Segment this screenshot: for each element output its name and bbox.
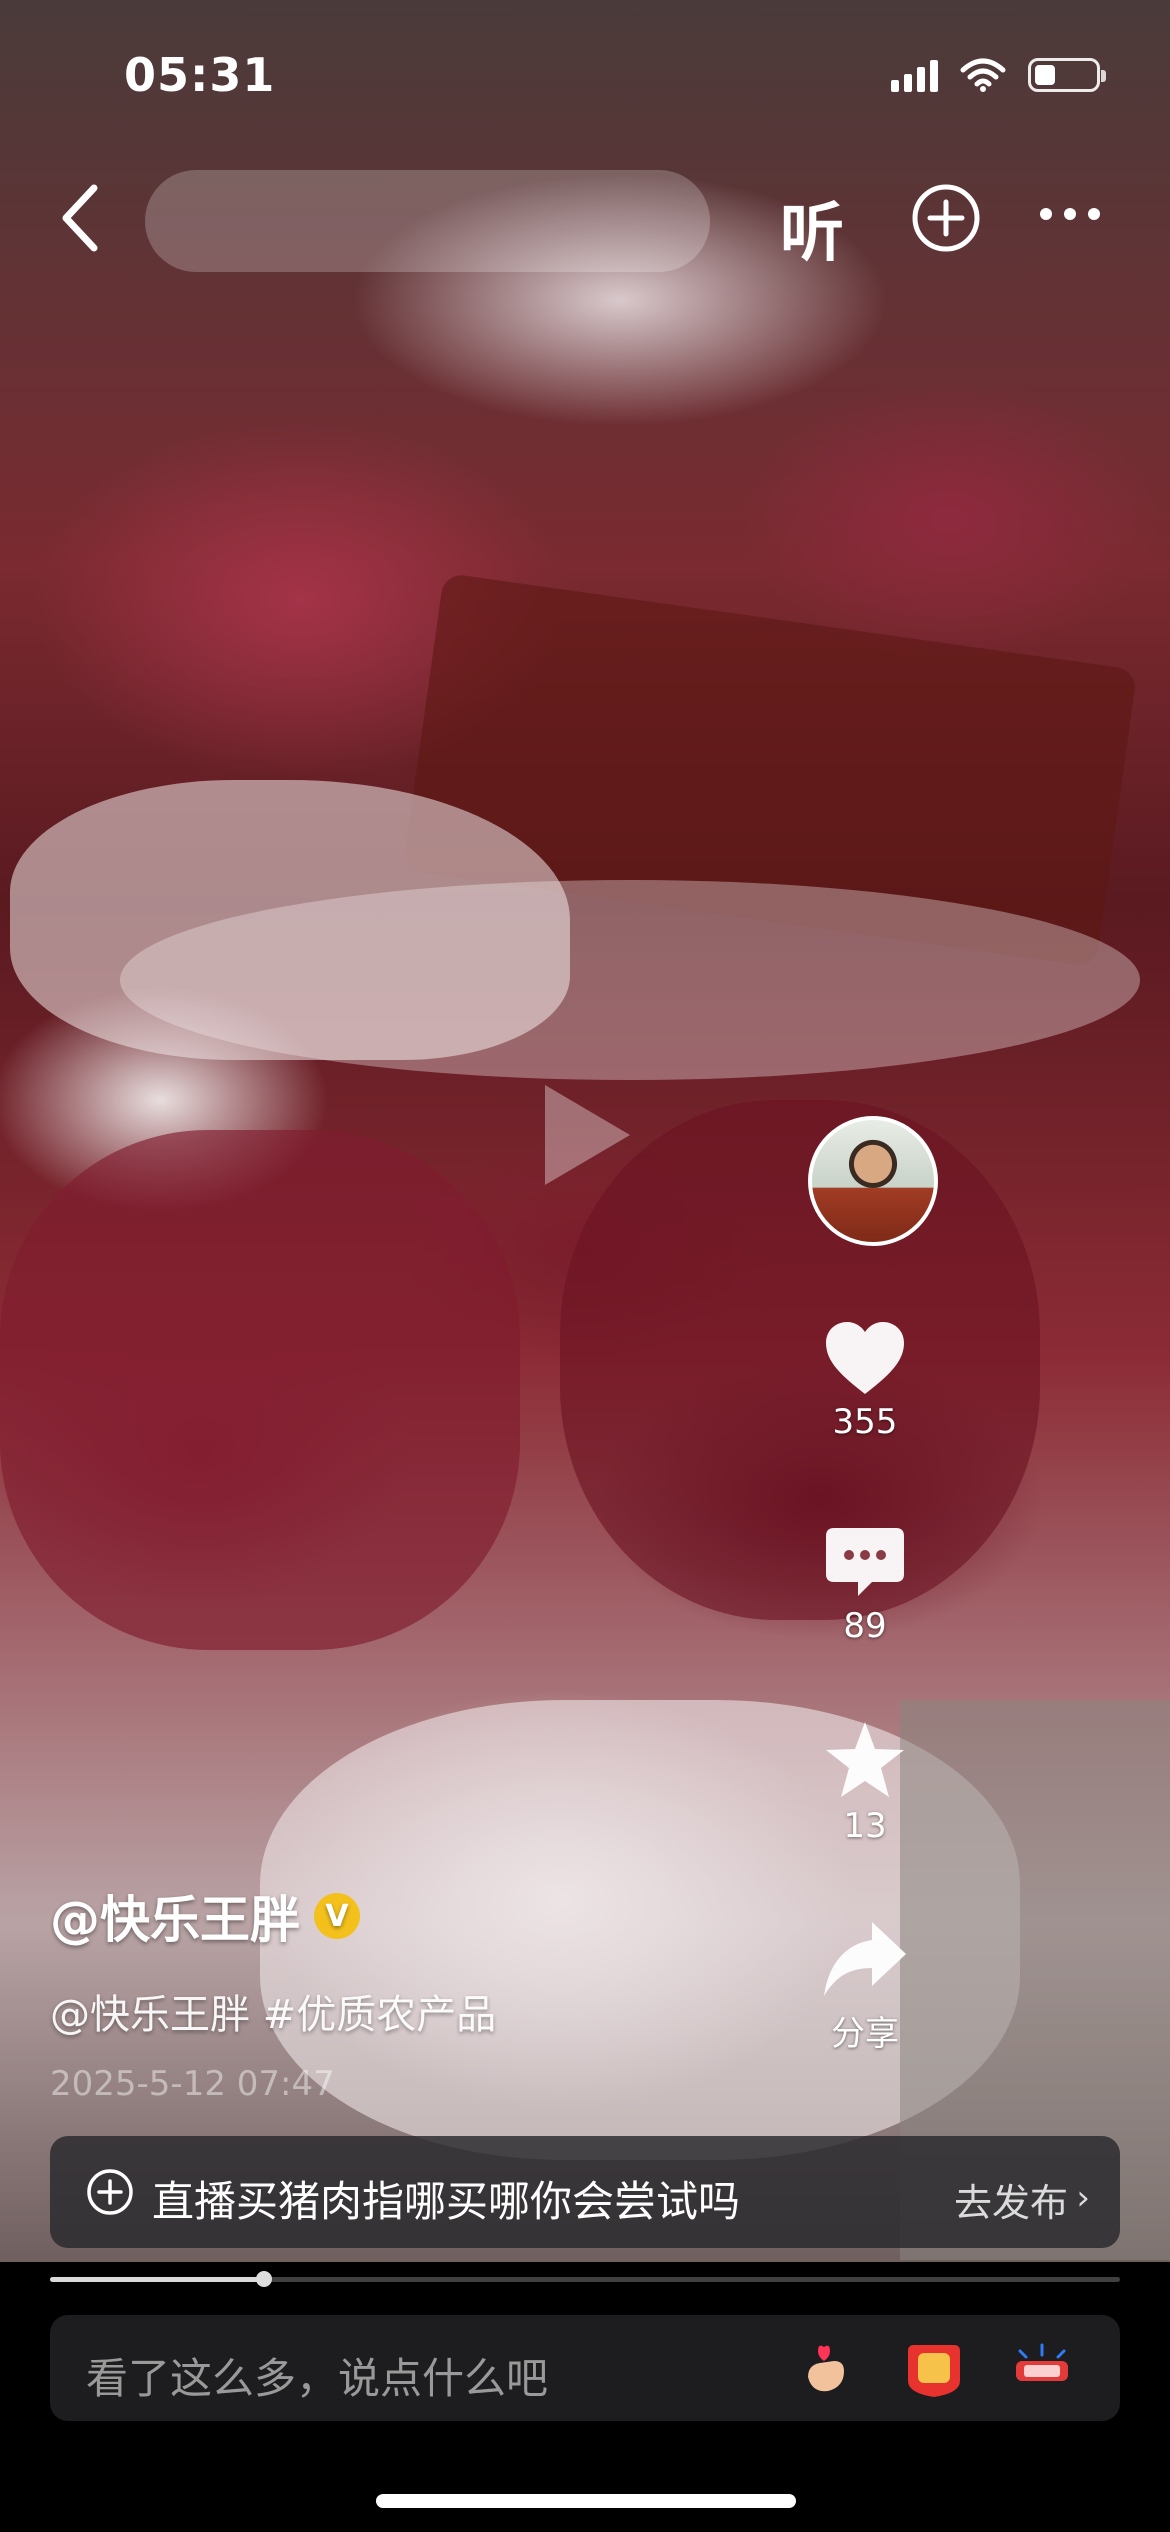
publish-link[interactable]: 去发布 xyxy=(954,2172,1068,2227)
cheer-sticker-icon[interactable] xyxy=(902,2337,966,2401)
meat-fat-area xyxy=(120,880,1140,1080)
status-bar: 05:31 xyxy=(0,0,1170,150)
like-button[interactable]: 355 xyxy=(790,1318,940,1442)
comment-input-bar[interactable]: 看了这么多，说点什么吧 xyxy=(50,2315,1120,2421)
favorite-count: 13 xyxy=(843,1806,887,1846)
play-icon xyxy=(545,1085,630,1185)
author-avatar[interactable] xyxy=(808,1116,938,1246)
party-sticker-icon[interactable] xyxy=(1010,2337,1074,2401)
status-time: 05:31 xyxy=(124,48,276,102)
star-icon xyxy=(826,1722,904,1797)
video-progress-bar[interactable] xyxy=(50,2271,1120,2287)
caption: @快乐王胖 V @快乐王胖 #优质农产品 2025-5-12 07:47 xyxy=(50,1880,950,2104)
topic-banner[interactable]: 直播买猪肉指哪买哪你会尝试吗 去发布 › xyxy=(50,2136,1120,2248)
plus-circle-icon[interactable] xyxy=(910,182,982,254)
plus-circle-icon xyxy=(87,2169,133,2215)
verified-badge: V xyxy=(314,1893,360,1939)
author-name[interactable]: @快乐王胖 xyxy=(50,1880,300,1952)
heart-icon xyxy=(826,1322,904,1394)
video-description[interactable]: @快乐王胖 #优质农产品 xyxy=(50,1982,950,2040)
comment-count: 89 xyxy=(843,1606,887,1646)
topic-text: 直播买猪肉指哪买哪你会尝试吗 xyxy=(152,2177,741,2226)
listen-button[interactable]: 听 xyxy=(780,182,844,274)
top-nav: 听 xyxy=(0,160,1170,280)
chevron-right-icon: › xyxy=(1076,2178,1090,2218)
action-sidebar: 355 89 13 分享 xyxy=(808,0,1170,2262)
comment-input[interactable]: 看了这么多，说点什么吧 xyxy=(86,2345,548,2406)
chevron-left-icon[interactable] xyxy=(50,178,120,258)
like-count: 355 xyxy=(832,1402,898,1442)
comment-button[interactable]: 89 xyxy=(790,1522,940,1646)
signal-icon xyxy=(891,58,938,92)
publish-date: 2025-5-12 07:47 xyxy=(50,2064,335,2104)
favorite-button[interactable]: 13 xyxy=(790,1718,940,1846)
progress-fill xyxy=(50,2277,264,2282)
finger-heart-icon[interactable] xyxy=(794,2337,858,2401)
home-indicator[interactable] xyxy=(376,2494,796,2508)
author-line: @快乐王胖 V xyxy=(50,1880,950,1952)
search-bar[interactable] xyxy=(145,170,710,272)
comment-icon xyxy=(826,1528,904,1596)
progress-knob[interactable] xyxy=(256,2271,272,2287)
meat-lean-area xyxy=(0,1130,520,1650)
